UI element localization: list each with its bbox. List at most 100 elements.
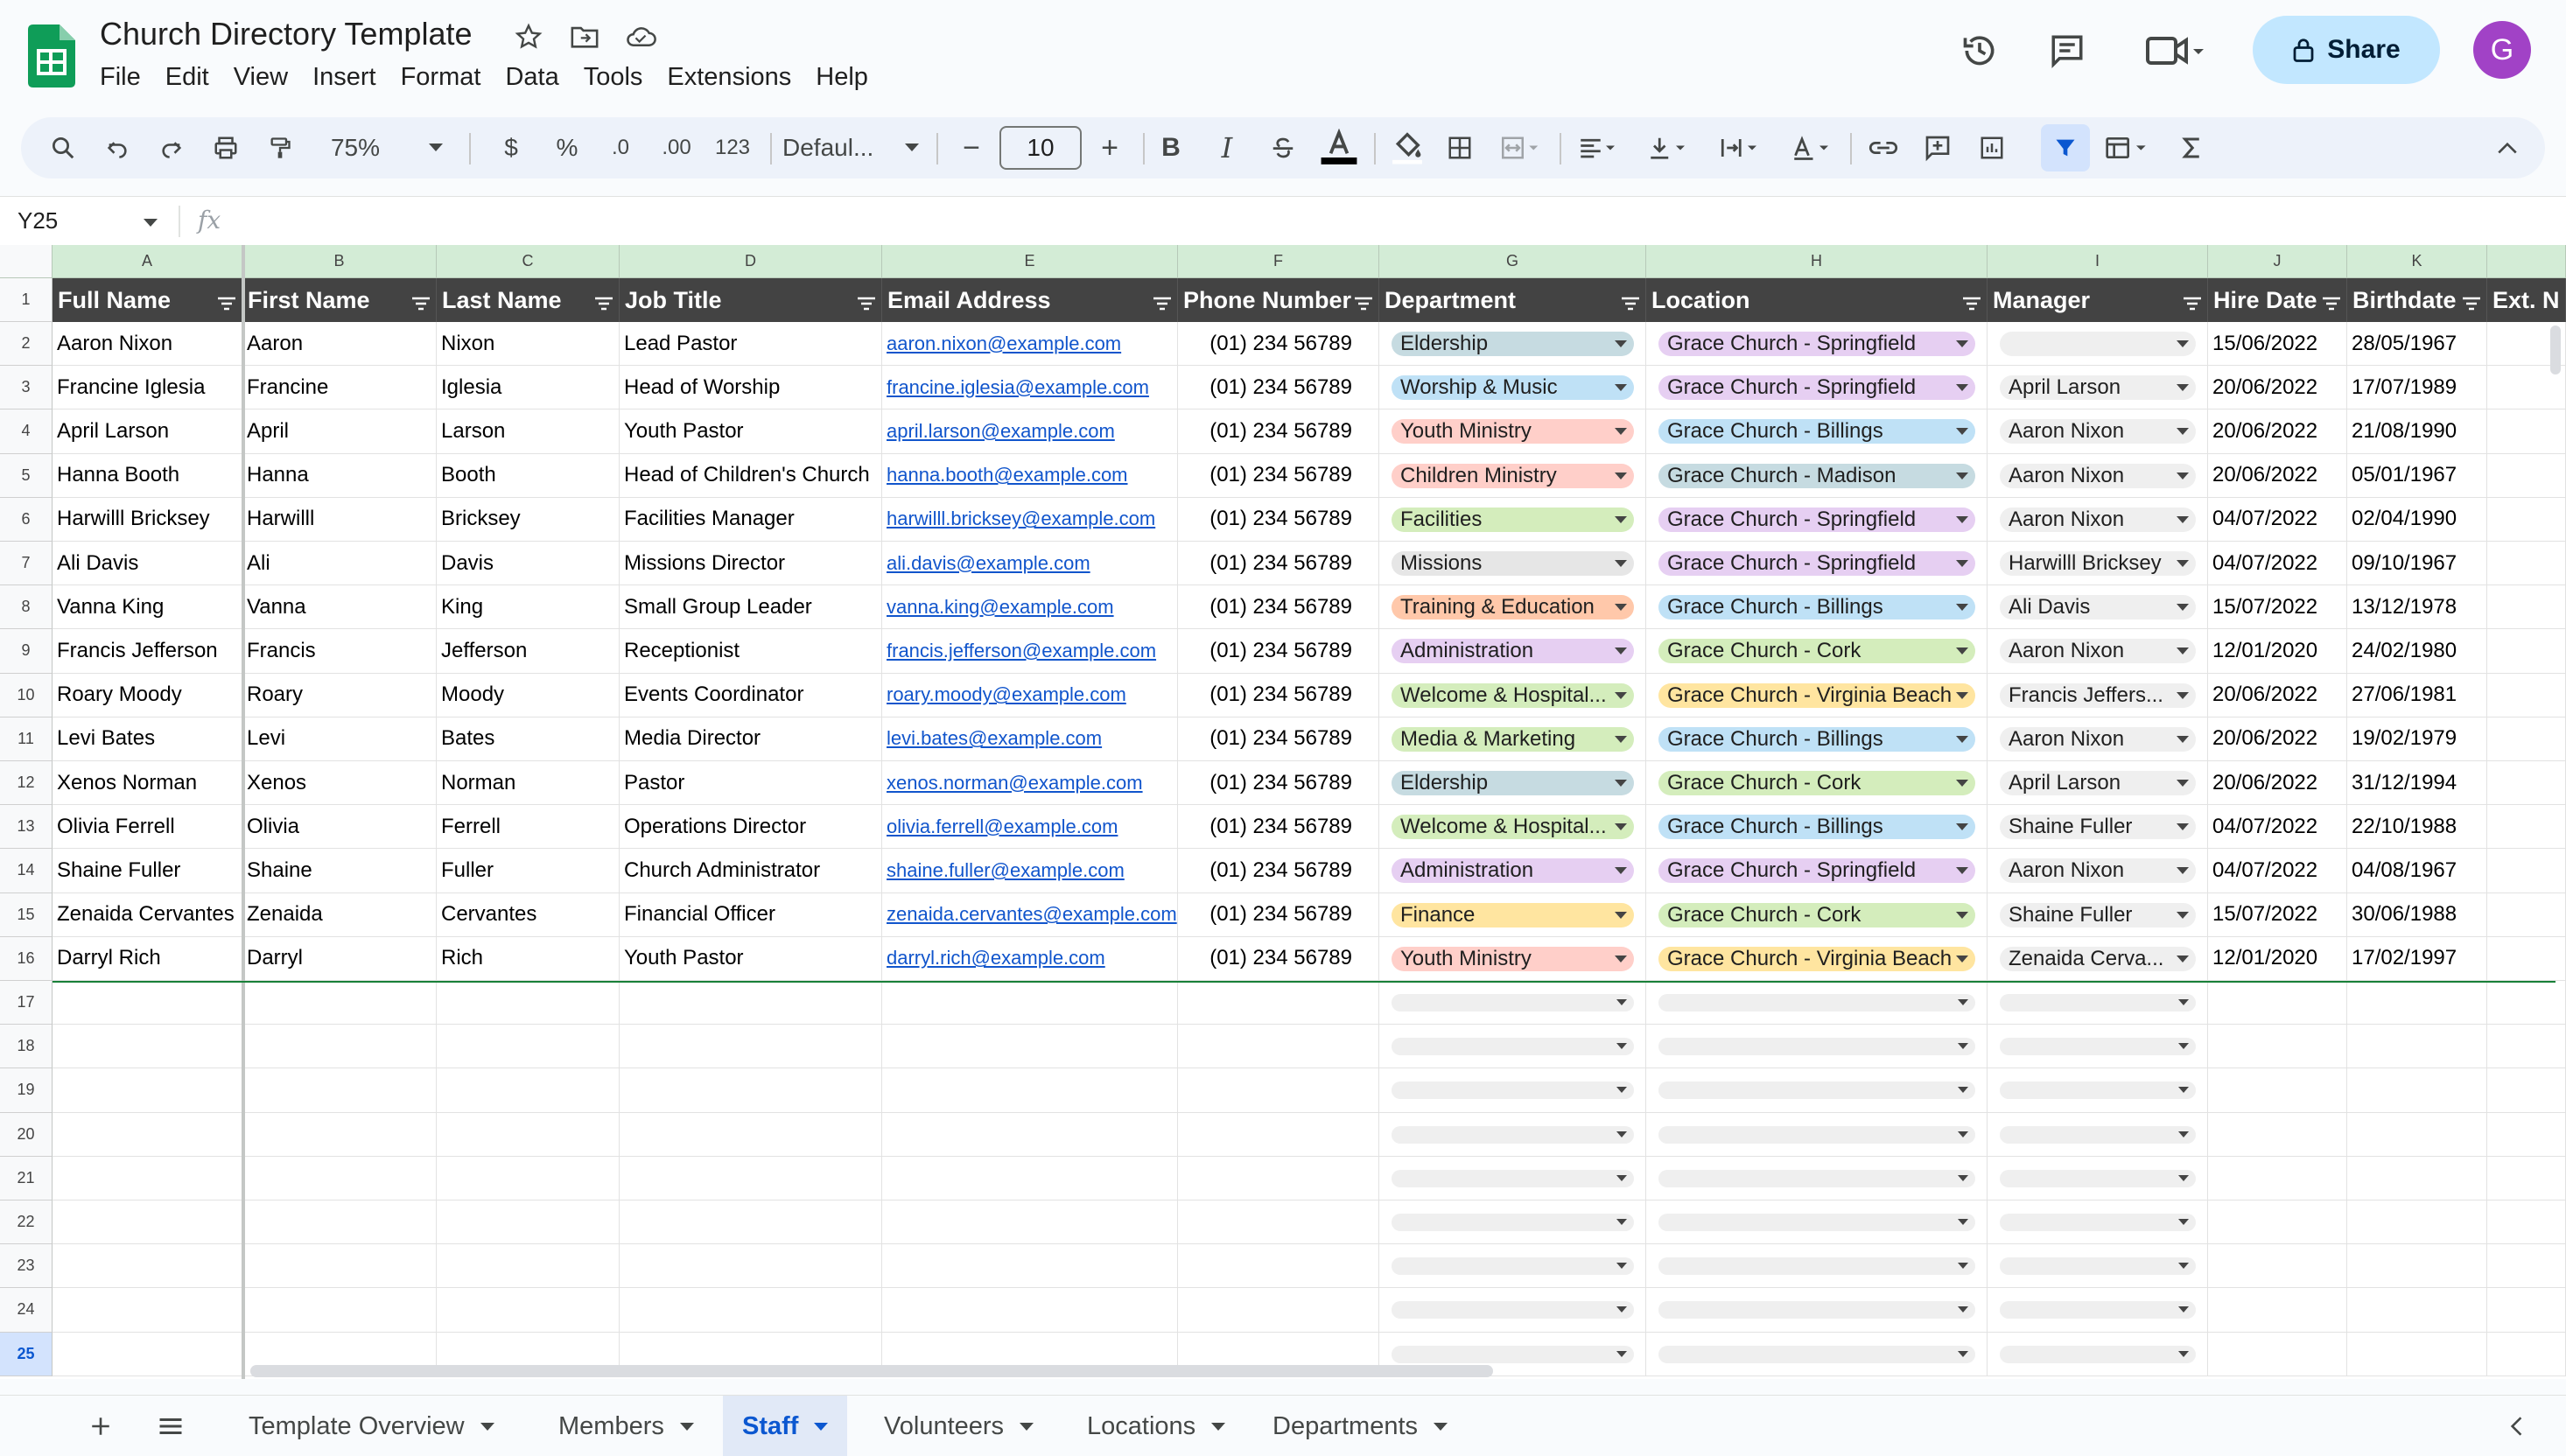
column-filter-icon[interactable] [594, 290, 613, 318]
table-cell[interactable] [2208, 1288, 2347, 1333]
vertical-align-icon[interactable] [1640, 117, 1694, 178]
table-cell[interactable] [437, 1068, 620, 1113]
manager-dropdown-chip[interactable]: Aaron Nixon [2000, 463, 2196, 488]
manager-dropdown-chip[interactable]: Aaron Nixon [2000, 507, 2196, 532]
department-dropdown-chip[interactable]: Welcome & Hospital... [1392, 815, 1634, 840]
bold-button[interactable]: B [1150, 117, 1192, 178]
manager-dropdown-chip[interactable]: Aaron Nixon [2000, 639, 2196, 664]
table-cell[interactable] [2487, 1332, 2566, 1376]
department-dropdown-chip[interactable]: Children Ministry [1392, 463, 1634, 488]
menu-view[interactable]: View [221, 60, 300, 98]
sheet-tab-caret-down-icon[interactable] [1211, 1422, 1226, 1431]
table-cell[interactable] [620, 1068, 882, 1113]
table-cell[interactable] [242, 981, 437, 1026]
department-dropdown-chip[interactable]: Media & Marketing [1392, 726, 1634, 752]
table-cell[interactable] [2487, 892, 2566, 937]
table-cell[interactable] [437, 1288, 620, 1333]
table-cell[interactable] [2487, 1244, 2566, 1289]
location-dropdown-chip[interactable]: Grace Church - Virginia Beach [1658, 682, 1975, 708]
email-link[interactable]: aaron.nixon@example.com [882, 322, 1178, 367]
sheet-tab-caret-down-icon[interactable] [814, 1422, 829, 1431]
email-link[interactable]: april.larson@example.com [882, 410, 1178, 454]
borders-icon[interactable] [1439, 117, 1481, 178]
row-header-7[interactable]: 7 [0, 542, 53, 586]
row-header-18[interactable]: 18 [0, 1025, 53, 1069]
table-cell[interactable] [2487, 1288, 2566, 1333]
location-dropdown-chip[interactable]: Grace Church - Springfield [1658, 375, 1975, 401]
table-cell[interactable] [2487, 849, 2566, 893]
column-header-f[interactable]: F [1178, 245, 1379, 278]
table-cell[interactable]: 04/07/2022 [2208, 849, 2347, 893]
column-header-a[interactable]: A [53, 245, 242, 278]
star-icon[interactable] [511, 19, 546, 54]
table-cell[interactable]: 22/10/1988 [2347, 805, 2487, 850]
column-header-k[interactable]: K [2347, 245, 2487, 278]
manager-dropdown-chip[interactable]: Shaine Fuller [2000, 902, 2196, 928]
sheet-tab-caret-down-icon[interactable] [1020, 1422, 1034, 1431]
table-cell[interactable] [2487, 981, 2566, 1026]
table-cell[interactable] [2487, 717, 2566, 761]
sheet-tab-template-overview[interactable]: Template Overview [229, 1396, 514, 1456]
row-header-14[interactable]: 14 [0, 849, 53, 893]
table-cell[interactable] [620, 1156, 882, 1200]
empty-dropdown-chip[interactable] [1658, 1301, 1975, 1320]
table-cell[interactable]: 12/01/2020 [2208, 936, 2347, 981]
table-cell[interactable] [53, 1288, 242, 1333]
table-cell[interactable]: 17/07/1989 [2347, 366, 2487, 410]
column-filter-icon[interactable] [2462, 290, 2481, 318]
table-cell[interactable]: 12/01/2020 [2208, 629, 2347, 674]
email-link[interactable]: francine.iglesia@example.com [882, 366, 1178, 410]
header-cell[interactable]: Full Name [53, 278, 242, 322]
column-header-j[interactable]: J [2208, 245, 2347, 278]
menu-tools[interactable]: Tools [571, 60, 656, 98]
row-header-10[interactable]: 10 [0, 673, 53, 718]
table-cell[interactable]: 15/07/2022 [2208, 892, 2347, 937]
manager-dropdown-chip[interactable]: Aaron Nixon [2000, 858, 2196, 884]
row-header-13[interactable]: 13 [0, 805, 53, 850]
row-header-17[interactable]: 17 [0, 981, 53, 1026]
zoom-chevron-down-icon[interactable] [424, 117, 448, 178]
empty-dropdown-chip[interactable] [2000, 1169, 2196, 1187]
row-header-20[interactable]: 20 [0, 1112, 53, 1157]
table-cell[interactable] [2208, 1112, 2347, 1157]
text-rotation-icon[interactable] [1784, 117, 1838, 178]
header-cell[interactable]: Department [1379, 278, 1646, 322]
move-folder-icon[interactable] [567, 19, 602, 54]
table-cell[interactable] [2347, 1112, 2487, 1157]
manager-dropdown-chip[interactable]: Zenaida Cerva... [2000, 946, 2196, 971]
filter-icon[interactable] [2041, 124, 2090, 172]
table-cell[interactable] [2487, 453, 2566, 498]
table-cell[interactable] [242, 1200, 437, 1245]
table-cell[interactable]: 15/07/2022 [2208, 585, 2347, 630]
row-header-22[interactable]: 22 [0, 1200, 53, 1245]
table-cell[interactable]: 21/08/1990 [2347, 410, 2487, 454]
increase-font-size-button[interactable]: + [1092, 117, 1127, 178]
table-cell[interactable] [1178, 1244, 1379, 1289]
email-link[interactable]: vanna.king@example.com [882, 585, 1178, 630]
location-dropdown-chip[interactable]: Grace Church - Springfield [1658, 551, 1975, 576]
location-dropdown-chip[interactable]: Grace Church - Springfield [1658, 858, 1975, 884]
department-dropdown-chip[interactable]: Youth Ministry [1392, 419, 1634, 444]
row-header-12[interactable]: 12 [0, 761, 53, 806]
table-cell[interactable]: 20/06/2022 [2208, 410, 2347, 454]
menu-edit[interactable]: Edit [153, 60, 221, 98]
menu-file[interactable]: File [88, 60, 153, 98]
table-cell[interactable] [2487, 497, 2566, 542]
font-size-input[interactable]: 10 [999, 126, 1082, 170]
row-header-2[interactable]: 2 [0, 322, 53, 367]
header-cell[interactable]: First Name [242, 278, 437, 322]
table-cell[interactable]: 20/06/2022 [2208, 761, 2347, 806]
table-cell[interactable] [437, 1244, 620, 1289]
row-header-4[interactable]: 4 [0, 410, 53, 454]
table-cell[interactable]: 20/06/2022 [2208, 366, 2347, 410]
column-filter-icon[interactable] [857, 290, 876, 318]
text-wrapping-icon[interactable] [1712, 117, 1766, 178]
department-dropdown-chip[interactable]: Facilities [1392, 507, 1634, 532]
menu-format[interactable]: Format [389, 60, 494, 98]
empty-dropdown-chip[interactable] [1392, 1214, 1634, 1231]
table-cell[interactable] [882, 1112, 1178, 1157]
email-link[interactable]: francis.jefferson@example.com [882, 629, 1178, 674]
table-cell[interactable] [437, 981, 620, 1026]
table-cell[interactable] [620, 1200, 882, 1245]
column-header-c[interactable]: C [437, 245, 620, 278]
